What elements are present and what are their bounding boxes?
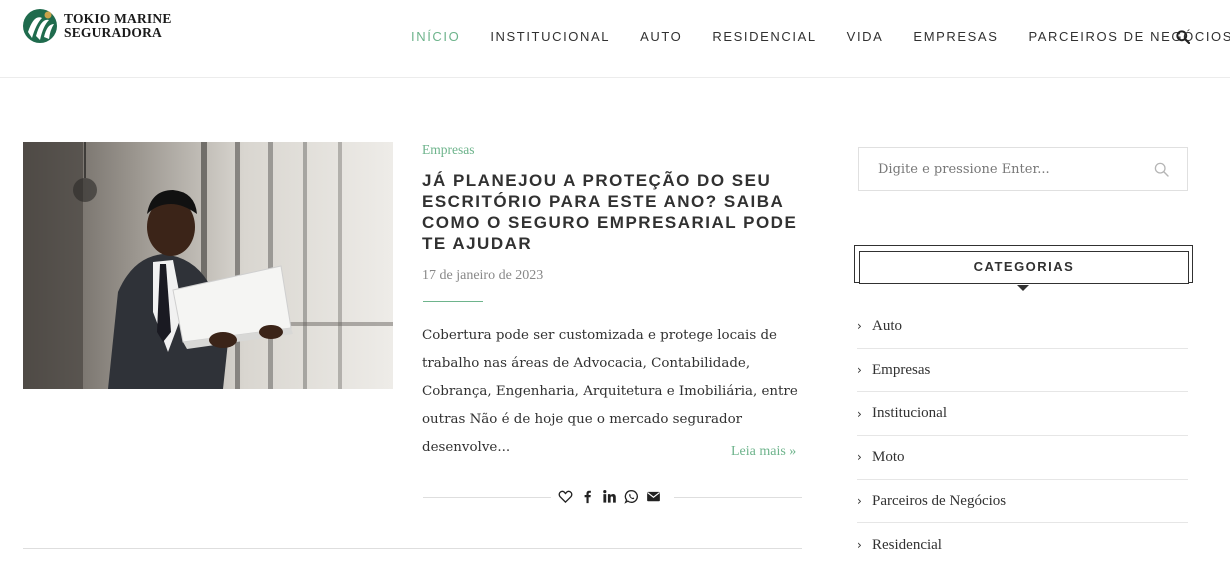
brand-line-2: SEGURADORA xyxy=(64,25,163,40)
whatsapp-icon[interactable] xyxy=(624,489,639,504)
post-thumbnail[interactable] xyxy=(23,142,393,389)
nav-item-empresas[interactable]: EMPRESAS xyxy=(913,29,998,44)
businessman-laptop-photo xyxy=(23,142,393,389)
site-header: TOKIO MARINE SEGURADORA INÍCIO INSTITUCI… xyxy=(0,0,1230,78)
category-link-moto[interactable]: Moto xyxy=(872,449,905,466)
nav-item-residencial[interactable]: RESIDENCIAL xyxy=(712,29,816,44)
brand-logo[interactable]: TOKIO MARINE SEGURADORA xyxy=(22,8,172,44)
post-date: 17 de janeiro de 2023 xyxy=(422,268,544,283)
nav-item-vida[interactable]: VIDA xyxy=(847,29,884,44)
tokio-marine-logo-icon xyxy=(23,9,57,43)
heart-icon[interactable] xyxy=(558,489,573,504)
categories-title: CATEGORIAS xyxy=(859,251,1189,284)
post-category-link[interactable]: Empresas xyxy=(422,142,474,158)
category-link-empresas[interactable]: Empresas xyxy=(872,362,930,379)
brand-line-1: TOKIO MARINE xyxy=(64,11,172,26)
post-title[interactable]: JÁ PLANEJOU A PROTEÇÃO DO SEU ESCRITÓRIO… xyxy=(422,170,812,254)
nav-item-parceiros[interactable]: PARCEIROS DE NEGÓCIOS xyxy=(1028,29,1230,44)
category-link-parceiros[interactable]: Parceiros de Negócios xyxy=(872,493,1006,510)
share-divider-left xyxy=(423,497,551,498)
list-item: › Residencial xyxy=(857,523,1188,566)
list-item: › Moto xyxy=(857,436,1188,480)
facebook-icon[interactable] xyxy=(580,489,595,504)
share-bar xyxy=(558,489,668,504)
chevron-right-icon: › xyxy=(857,538,862,553)
list-item: › Auto xyxy=(857,305,1188,349)
category-link-institucional[interactable]: Institucional xyxy=(872,405,947,422)
nav-item-inicio[interactable]: INÍCIO xyxy=(411,29,460,44)
list-item: › Parceiros de Negócios xyxy=(857,480,1188,524)
brand-wordmark: TOKIO MARINE SEGURADORA xyxy=(64,12,172,40)
chevron-right-icon: › xyxy=(857,406,862,421)
chevron-right-icon: › xyxy=(857,450,862,465)
search-icon[interactable] xyxy=(1176,30,1190,44)
read-more-link[interactable]: Leia mais » xyxy=(731,444,796,460)
linkedin-icon[interactable] xyxy=(602,489,617,504)
category-link-auto[interactable]: Auto xyxy=(872,318,902,335)
search-input[interactable] xyxy=(859,148,1187,190)
title-divider xyxy=(423,301,483,302)
chevron-right-icon: › xyxy=(857,319,862,334)
list-item: › Empresas xyxy=(857,349,1188,393)
nav-item-institucional[interactable]: INSTITUCIONAL xyxy=(490,29,610,44)
chevron-right-icon: › xyxy=(857,494,862,509)
email-icon[interactable] xyxy=(646,489,661,504)
post-separator xyxy=(23,548,802,549)
nav-item-auto[interactable]: AUTO xyxy=(640,29,682,44)
chevron-right-icon: › xyxy=(857,363,862,378)
caret-down-icon xyxy=(1017,285,1029,291)
search-icon[interactable] xyxy=(1154,162,1169,177)
post-excerpt: Cobertura pode ser customizada e protege… xyxy=(422,328,798,455)
sidebar-search xyxy=(858,147,1188,191)
main-nav: INÍCIO INSTITUCIONAL AUTO RESIDENCIAL VI… xyxy=(411,29,1230,44)
categories-list: › Auto › Empresas › Institucional › Moto › Pa… xyxy=(857,305,1188,566)
share-divider-right xyxy=(674,497,802,498)
categories-widget-header: CATEGORIAS xyxy=(854,245,1193,284)
list-item: › Institucional xyxy=(857,392,1188,437)
category-link-residencial[interactable]: Residencial xyxy=(872,537,942,554)
